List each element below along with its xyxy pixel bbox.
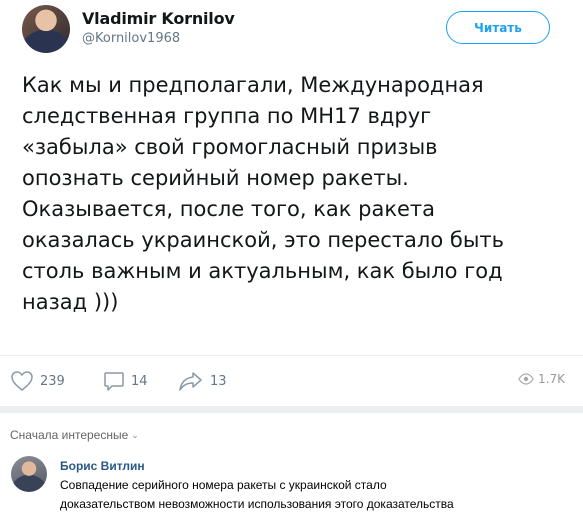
views-count: 1.7K <box>538 372 565 386</box>
comments-sort-label: Сначала интересные <box>10 428 129 442</box>
post-text-line: Как мы и предполагали, Международная <box>22 73 484 97</box>
like-button[interactable]: 239 <box>10 370 65 392</box>
like-count: 239 <box>40 373 65 389</box>
reply-count: 14 <box>131 373 148 389</box>
chevron-down-icon: ⌄ <box>131 429 139 440</box>
comment-avatar[interactable] <box>11 456 47 492</box>
author-avatar[interactable] <box>22 5 70 53</box>
comment-author[interactable]: Борис Витлин <box>60 459 145 473</box>
comment-icon <box>104 372 124 391</box>
post-card: Vladimir Kornilov @Kornilov1968 Читать К… <box>0 0 583 407</box>
post-text-line: назад ))) <box>22 290 119 314</box>
comments-sort-dropdown[interactable]: Сначала интересные ⌄ <box>10 428 139 442</box>
post-text-line: оказалась украинской, это перестало быть <box>22 228 505 252</box>
comment-text-line: Совпадение серийного номера ракеты с укр… <box>60 478 387 492</box>
section-separator <box>0 406 583 413</box>
follow-button[interactable]: Читать <box>446 11 550 44</box>
eye-icon <box>518 373 534 385</box>
post-text-line: столь важным и актуальным, как было год <box>22 259 503 283</box>
heart-icon <box>11 371 33 391</box>
post-text-line: Оказывается, после того, как ракета <box>22 197 436 221</box>
divider <box>0 355 583 356</box>
post-text-line: следственная группа по МН17 вдруг <box>22 104 432 128</box>
post-text: Как мы и предполагали, Международная сле… <box>22 70 562 318</box>
reply-button[interactable]: 14 <box>103 370 148 392</box>
comment-text-line: доказательством невозможности использова… <box>60 497 454 511</box>
author-name[interactable]: Vladimir Kornilov <box>82 9 235 28</box>
post-text-line: «забыла» свой громогласный призыв <box>22 135 438 159</box>
share-arrow-icon <box>179 372 202 391</box>
author-handle[interactable]: @Kornilov1968 <box>82 31 180 46</box>
comment-text: Совпадение серийного номера ракеты с укр… <box>60 476 575 514</box>
views-counter: 1.7K <box>518 372 565 386</box>
share-count: 13 <box>210 373 227 389</box>
action-bar: 239 14 13 1.7K <box>0 366 583 400</box>
post-text-line: опознать серийный номер ракеты. <box>22 166 409 190</box>
share-button[interactable]: 13 <box>178 370 227 392</box>
